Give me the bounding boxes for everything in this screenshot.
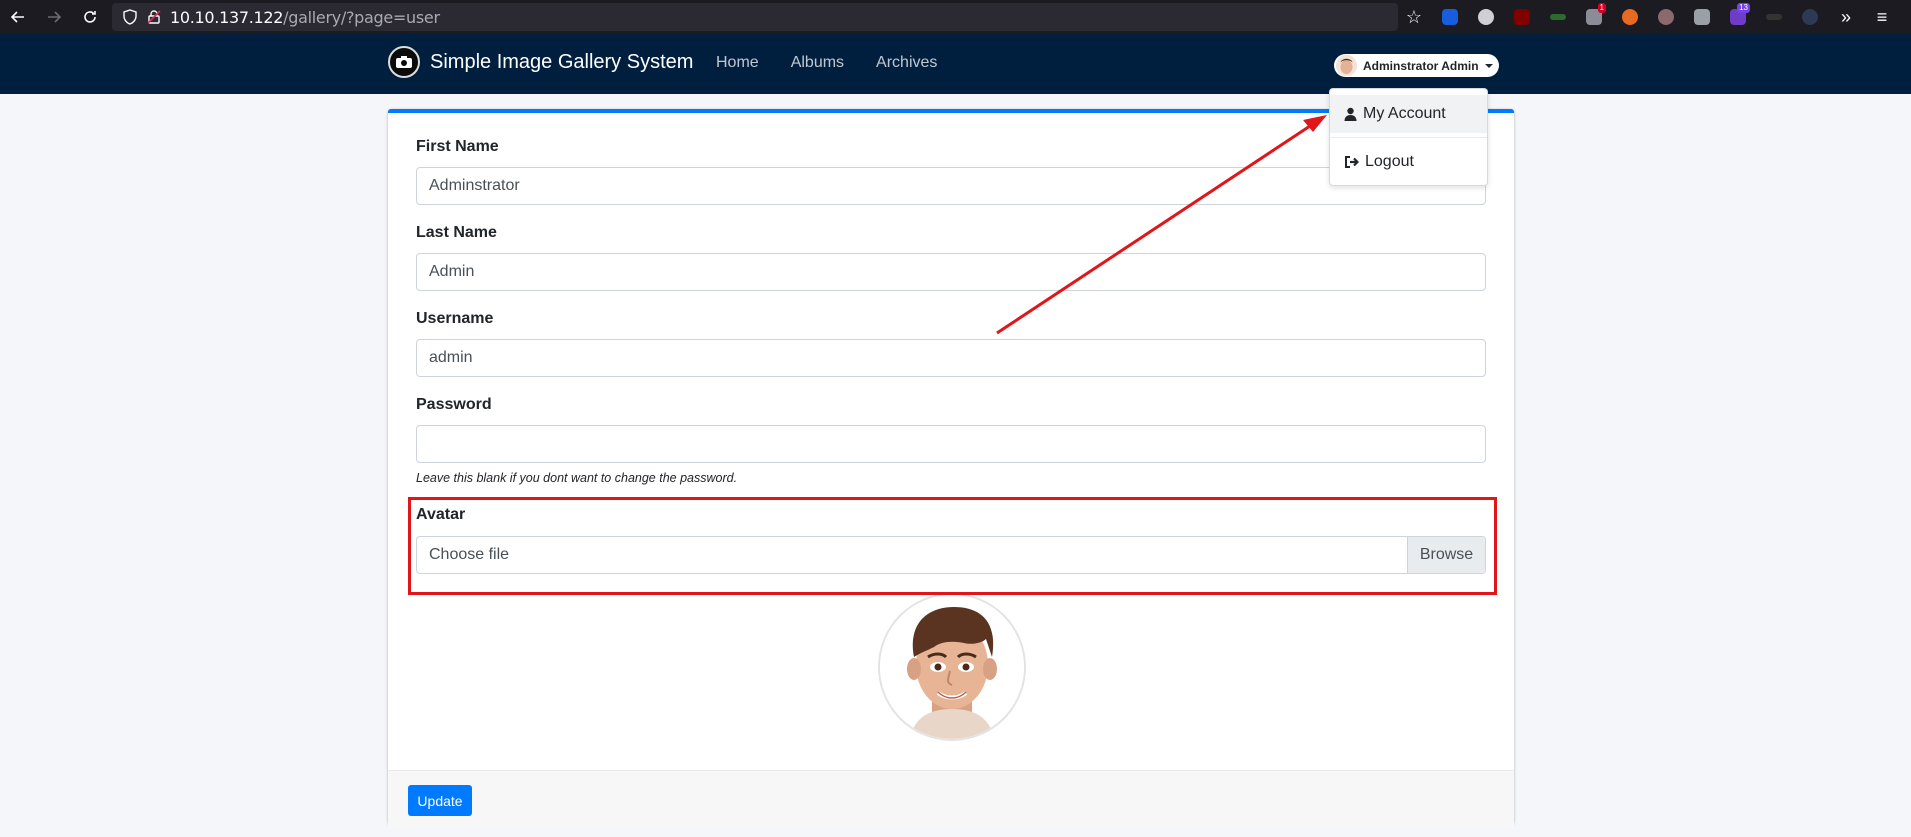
chrome-extension-icon[interactable] xyxy=(1472,0,1500,34)
extension-dark-icon[interactable] xyxy=(1760,0,1788,34)
avatar-label: Avatar xyxy=(416,506,466,523)
avatar-file-input[interactable]: Choose file Browse xyxy=(416,536,1486,574)
username-input[interactable]: admin xyxy=(416,339,1486,377)
cookie-icon[interactable] xyxy=(1652,0,1680,34)
overflow-chevron-icon[interactable]: » xyxy=(1832,0,1860,34)
my-account-label: My Account xyxy=(1363,105,1446,122)
password-input[interactable] xyxy=(416,425,1486,463)
foxyproxy-icon[interactable] xyxy=(1616,0,1644,34)
url-path: /gallery/?page=user xyxy=(283,7,440,27)
extensions-area: ☆ 1 13 » ≡ xyxy=(1400,0,1896,34)
dropdown-my-account[interactable]: My Account xyxy=(1330,95,1487,133)
user-icon xyxy=(1344,107,1357,121)
dropdown-logout[interactable]: Logout xyxy=(1330,143,1487,181)
nav-archives-link[interactable]: Archives xyxy=(876,54,937,72)
password-help-text: Leave this blank if you dont want to cha… xyxy=(416,471,738,485)
extension-purple-badge-count: 13 xyxy=(1737,3,1750,13)
bitwarden-icon[interactable] xyxy=(1436,0,1464,34)
user-menu-toggle[interactable]: Adminstrator Admin xyxy=(1334,54,1499,77)
nav-albums-link[interactable]: Albums xyxy=(791,54,844,72)
extension-badge-icon[interactable]: 1 xyxy=(1580,0,1608,34)
shield-icon xyxy=(123,9,137,25)
extension-purple-icon[interactable]: 13 xyxy=(1724,0,1752,34)
address-bar[interactable]: 10.10.137.122/gallery/?page=user xyxy=(112,3,1398,31)
forward-icon[interactable] xyxy=(36,0,72,34)
ublock-icon[interactable] xyxy=(1508,0,1536,34)
last-name-input[interactable]: Admin xyxy=(416,253,1486,291)
brand-title: Simple Image Gallery System xyxy=(430,50,694,73)
extension-badge-count: 1 xyxy=(1597,3,1606,13)
url-host: 10.10.137.122 xyxy=(170,7,284,27)
react-devtools-icon[interactable] xyxy=(1796,0,1824,34)
password-label: Password xyxy=(416,396,492,413)
hamburger-menu-icon[interactable]: ≡ xyxy=(1868,0,1896,34)
first-name-input[interactable]: Adminstrator xyxy=(416,167,1486,205)
nav-home-link[interactable]: Home xyxy=(716,54,759,72)
account-card: First Name Adminstrator Last Name Admin … xyxy=(388,109,1514,828)
logout-label: Logout xyxy=(1365,153,1414,170)
user-dropdown-menu: My Account Logout xyxy=(1329,88,1488,186)
sign-out-icon xyxy=(1345,156,1359,168)
last-name-label: Last Name xyxy=(416,224,497,241)
back-icon[interactable] xyxy=(0,0,36,34)
app-navbar: Simple Image Gallery System Home Albums … xyxy=(0,34,1911,94)
insecure-lock-icon xyxy=(147,10,161,24)
user-avatar xyxy=(1336,55,1357,76)
username-label: Username xyxy=(416,310,494,327)
caret-down-icon xyxy=(1484,63,1493,68)
browser-toolbar: 10.10.137.122/gallery/?page=user ☆ 1 13 … xyxy=(0,0,1911,34)
camera-logo-icon xyxy=(388,46,420,78)
browse-button[interactable]: Browse xyxy=(1407,537,1485,573)
dropdown-divider xyxy=(1330,137,1487,138)
choose-file-label: Choose file xyxy=(429,546,510,563)
bookmark-star-icon[interactable]: ☆ xyxy=(1400,0,1428,34)
nav-links: Home Albums Archives xyxy=(716,54,937,72)
wappalyzer-icon[interactable] xyxy=(1688,0,1716,34)
first-name-label: First Name xyxy=(416,138,499,155)
reload-icon[interactable] xyxy=(72,0,108,34)
brand[interactable]: Simple Image Gallery System xyxy=(388,46,693,78)
card-footer: Update xyxy=(388,770,1514,828)
avatar-preview-image xyxy=(878,593,1026,741)
update-button[interactable]: Update xyxy=(408,785,472,816)
user-name: Adminstrator Admin xyxy=(1363,58,1479,73)
extension-green-icon[interactable] xyxy=(1544,0,1572,34)
url-text: 10.10.137.122/gallery/?page=user xyxy=(170,8,440,27)
